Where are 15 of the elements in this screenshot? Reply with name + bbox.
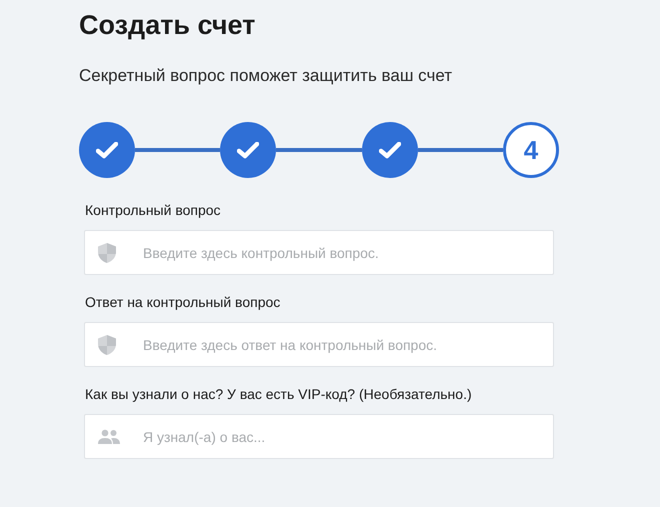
check-icon bbox=[378, 142, 401, 158]
input-field[interactable]: Введите здесь контрольный вопрос. bbox=[84, 230, 554, 275]
people-icon bbox=[97, 428, 121, 444]
field-label: Ответ на контрольный вопрос bbox=[85, 294, 282, 310]
input-field[interactable]: Я узнал(-а) о вас... bbox=[84, 414, 554, 459]
check-icon bbox=[237, 142, 260, 158]
subtitle: Секретный вопрос поможет защитить ваш счет bbox=[79, 65, 454, 87]
shield-icon bbox=[97, 334, 117, 356]
check-icon bbox=[96, 142, 118, 158]
shield-icon bbox=[97, 242, 117, 264]
field-label: Контрольный вопрос bbox=[85, 202, 222, 218]
page-title: Создать счет bbox=[79, 9, 256, 41]
field-label: Как вы узнали о нас? У вас есть VIP-код? (Необязательно.) bbox=[85, 386, 473, 402]
step-circle: 4 bbox=[502, 122, 559, 178]
input-field[interactable]: Введите здесь ответ на контрольный вопрос. bbox=[84, 322, 554, 367]
